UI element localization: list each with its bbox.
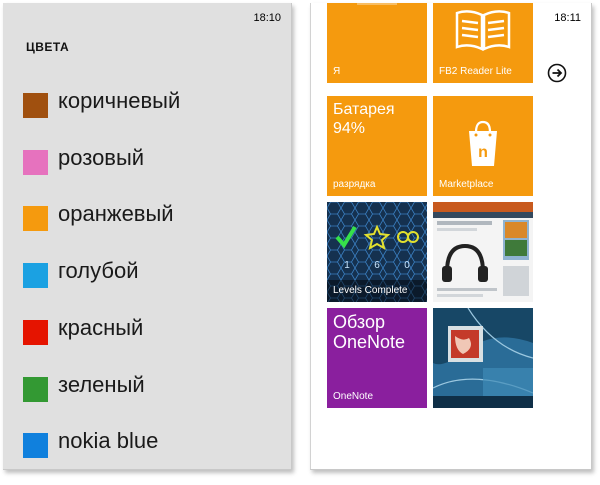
tile-label: Marketplace	[439, 179, 494, 190]
color-option-5[interactable]: зеленый	[3, 367, 291, 411]
tile-partial-art	[357, 3, 397, 5]
tile-photo[interactable]	[433, 308, 533, 408]
color-option-1[interactable]: розовый	[3, 140, 291, 184]
color-option-0[interactable]: коричневый	[3, 83, 291, 127]
page-title: ЦВЕТА	[26, 40, 70, 54]
color-option-4[interactable]: красный	[3, 310, 291, 354]
status-time: 18:10	[253, 12, 281, 24]
svg-text:n: n	[478, 144, 488, 161]
color-option-3[interactable]: голубой	[3, 253, 291, 297]
svg-text:0: 0	[404, 260, 410, 271]
color-option-6[interactable]: nokia blue	[3, 423, 291, 467]
tile-battery[interactable]: Батарея 94% разрядка	[327, 96, 427, 196]
status-time: 18:11	[554, 12, 581, 24]
tile-levels-complete[interactable]: 1 6 0 Levels Complete	[327, 202, 427, 302]
color-option-2[interactable]: оранжевый	[3, 196, 291, 240]
color-label: красный	[58, 314, 144, 340]
color-label: зеленый	[58, 371, 145, 397]
color-swatch	[23, 433, 48, 459]
color-swatch	[23, 376, 48, 402]
tile-onenote[interactable]: Обзор OneNote OneNote	[327, 308, 427, 408]
color-swatch	[23, 263, 48, 289]
tile-marketplace[interactable]: n Marketplace	[433, 96, 533, 196]
battery-value: Батарея 94%	[333, 101, 395, 137]
color-swatch	[23, 149, 48, 175]
color-label: голубой	[58, 258, 139, 284]
svg-text:6: 6	[374, 260, 380, 271]
tile-ya[interactable]: Я	[327, 3, 427, 83]
web-page-thumbnail	[433, 202, 533, 302]
color-label: оранжевый	[58, 201, 174, 227]
color-label: nokia blue	[58, 428, 159, 454]
color-swatch	[23, 93, 48, 118]
color-picker-screen: 18:10 ЦВЕТА коричневый розовый оранжевый го…	[3, 3, 292, 470]
color-swatch	[23, 319, 48, 345]
arrow-right-circle-icon[interactable]	[547, 63, 567, 83]
tile-web-page[interactable]	[433, 202, 533, 302]
tile-fb2-reader[interactable]: FB2 Reader Lite	[433, 3, 533, 83]
tile-label: Я	[333, 66, 341, 77]
svg-text:1: 1	[344, 260, 350, 271]
color-label: розовый	[58, 144, 145, 170]
start-screen: 18:11 Я FB2 Reader Lite Батарея 94% разр…	[310, 3, 592, 470]
tile-label: Levels Complete	[333, 285, 408, 296]
tile-label: FB2 Reader Lite	[439, 66, 512, 77]
tile-label: разрядка	[333, 179, 376, 190]
photo-thumbnail	[433, 308, 533, 408]
color-label: коричневый	[58, 88, 181, 113]
onenote-title: Обзор OneNote	[333, 312, 406, 352]
color-swatch	[23, 206, 48, 232]
tile-label: OneNote	[333, 391, 374, 402]
